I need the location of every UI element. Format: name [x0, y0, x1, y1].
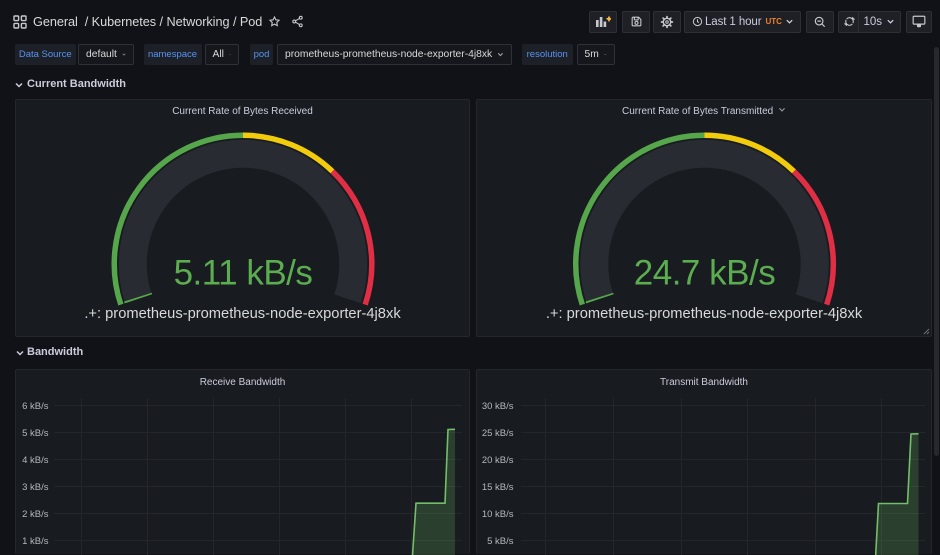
svg-text:5.11 kB/s: 5.11 kB/s: [174, 254, 313, 293]
svg-text:24.7 kB/s: 24.7 kB/s: [634, 254, 775, 293]
